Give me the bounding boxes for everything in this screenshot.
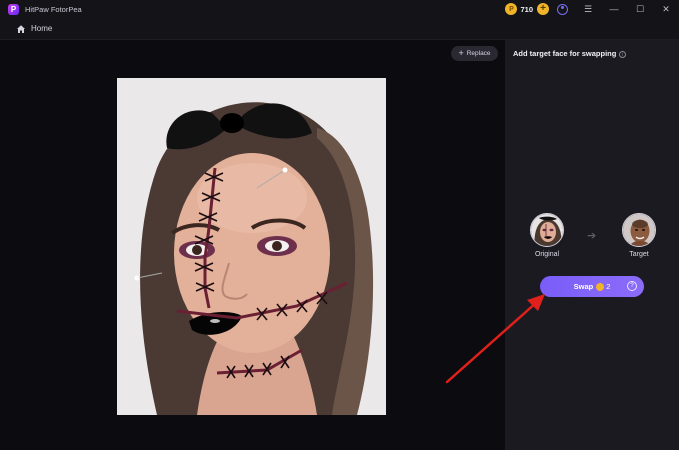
- app-logo-icon: P: [8, 3, 19, 15]
- title-bar: P HitPaw FotorPea P 710 + ☰ — ☐ ✕: [0, 0, 679, 18]
- minimize-icon: —: [609, 4, 619, 14]
- source-photo: [117, 78, 386, 415]
- plus-icon: +: [458, 48, 464, 58]
- original-face-thumbnail[interactable]: [530, 213, 564, 247]
- add-coins-button[interactable]: +: [537, 3, 549, 15]
- close-button[interactable]: ✕: [653, 0, 679, 18]
- replace-button[interactable]: + Replace: [451, 46, 498, 61]
- help-icon[interactable]: ?: [627, 281, 637, 291]
- coin-balance: 710: [520, 4, 533, 14]
- navigation-bar: Home: [0, 18, 679, 40]
- app-title: HitPaw FotorPea: [25, 4, 82, 14]
- account-button[interactable]: [549, 0, 575, 18]
- menu-button[interactable]: ☰: [575, 0, 601, 18]
- original-label: Original: [534, 251, 560, 258]
- maximize-icon: ☐: [635, 3, 645, 14]
- maximize-button[interactable]: ☐: [627, 0, 653, 18]
- swap-cost: 2: [606, 282, 611, 291]
- target-label: Target: [629, 251, 649, 258]
- close-icon: ✕: [662, 3, 670, 14]
- home-label: Home: [31, 24, 53, 33]
- user-icon: [556, 3, 568, 15]
- portrait-illustration: [117, 78, 386, 415]
- replace-label: Replace: [466, 50, 491, 57]
- hamburger-icon: ☰: [583, 3, 593, 14]
- title-bar-controls: P 710 + ☰ — ☐ ✕: [505, 0, 679, 18]
- minimize-button[interactable]: —: [601, 0, 627, 18]
- swap-panel: Add target face for swapping i Original ➔…: [505, 40, 679, 450]
- coin-icon: [596, 282, 605, 291]
- arrow-right-icon: ➔: [587, 230, 597, 242]
- panel-title: Add target face for swapping i: [513, 49, 627, 58]
- swap-button[interactable]: Swap 2 ?: [540, 276, 644, 297]
- info-icon[interactable]: i: [619, 50, 627, 58]
- home-icon: [16, 24, 26, 34]
- coin-icon: P: [505, 3, 518, 15]
- home-button[interactable]: Home: [16, 24, 52, 34]
- target-face-thumbnail[interactable]: [622, 213, 656, 247]
- swap-label: Swap: [573, 282, 594, 291]
